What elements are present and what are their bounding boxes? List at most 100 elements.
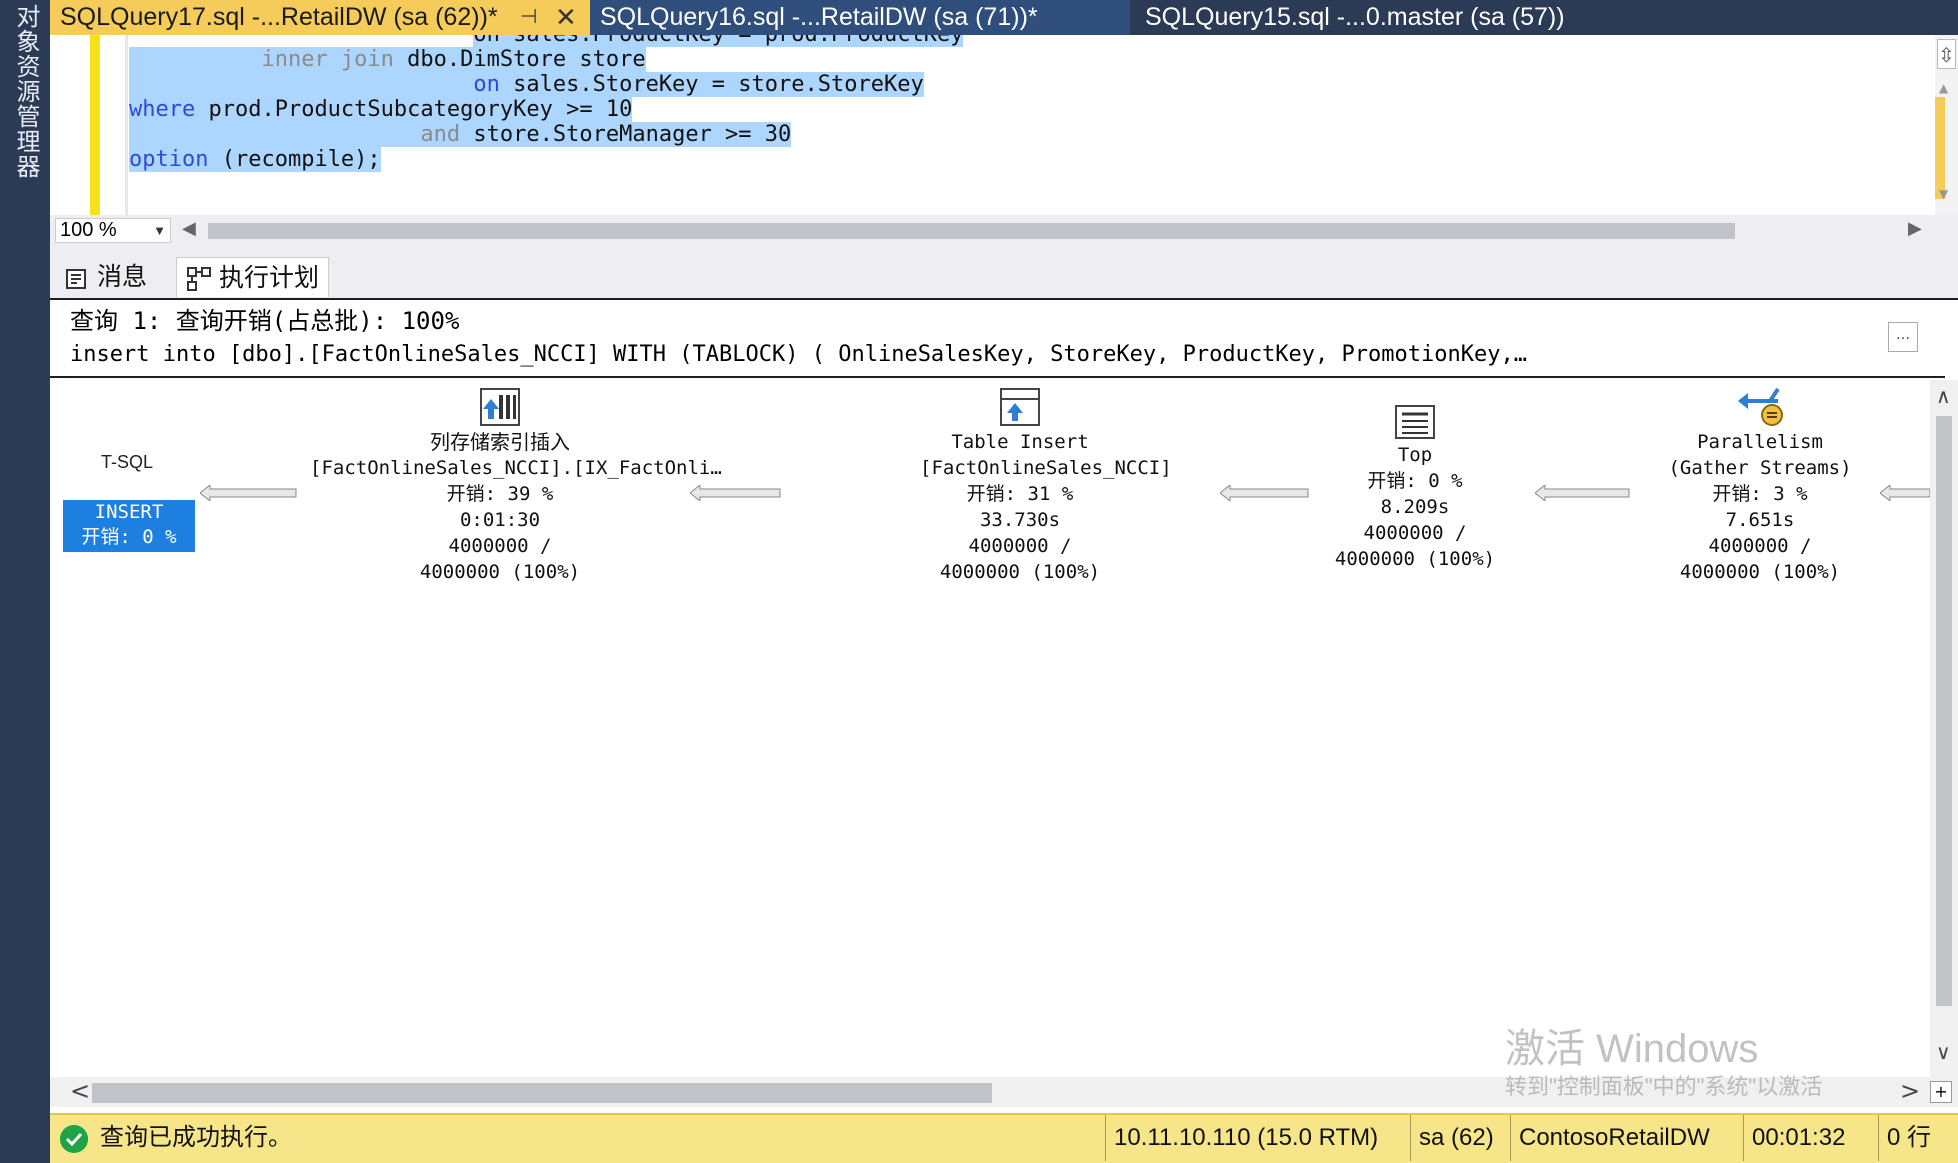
- plan-query-title: 查询 1: 查询开销(占总批): 100%: [70, 307, 460, 335]
- execution-plan-icon: [187, 267, 211, 291]
- data-flow-arrow: [1220, 485, 1309, 501]
- scroll-up-icon[interactable]: ∧: [1936, 384, 1951, 408]
- node-cost: 开销: 0 %: [1367, 470, 1463, 492]
- node-rows-total: 4000000 (100%): [939, 561, 1101, 583]
- scroll-right-icon[interactable]: >: [1900, 1077, 1920, 1105]
- tab-sqlquery17[interactable]: SQLQuery17.sql -...RetailDW (sa (62))* ⊣…: [50, 0, 590, 35]
- keyword: where: [129, 97, 196, 122]
- node-rows-total: 4000000 (100%): [1334, 548, 1496, 570]
- results-tab-strip: 消息 执行计划: [50, 245, 1958, 300]
- keyword: option: [129, 147, 209, 172]
- sql-editor[interactable]: on sales.ProductKey = prod.ProductKey in…: [50, 35, 1945, 215]
- node-name: Table Insert: [951, 431, 1089, 453]
- chevron-down-icon[interactable]: ▼: [153, 219, 166, 242]
- tab-messages[interactable]: 消息: [55, 257, 173, 297]
- keyword: inner join: [261, 47, 394, 72]
- node-rows: 4000000 /: [1708, 535, 1812, 557]
- scroll-down-icon[interactable]: ▼: [1939, 187, 1948, 201]
- plan-node-top[interactable]: Top 开销: 0 % 8.209s 4000000 / 4000000 (10…: [1325, 402, 1505, 572]
- data-flow-arrow: [690, 485, 781, 501]
- table-insert-icon: [1000, 388, 1040, 426]
- plan-vertical-scrollbar[interactable]: ∧ ∨: [1930, 380, 1958, 1077]
- node-name: INSERT: [94, 501, 164, 523]
- node-time: 33.730s: [979, 509, 1061, 531]
- node-object: [FactOnlineSales_NCCI].[IX_FactOnli…: [310, 457, 722, 479]
- tab-label: 消息: [97, 262, 148, 291]
- status-user: sa (62): [1410, 1115, 1494, 1161]
- object-explorer-strip[interactable]: 对象资源管理器: [0, 0, 50, 1163]
- zoom-plus-icon[interactable]: +: [1930, 1081, 1952, 1103]
- node-rows: 4000000 /: [1363, 522, 1467, 544]
- tab-sqlquery16[interactable]: SQLQuery16.sql -...RetailDW (sa (71))*: [590, 0, 1130, 35]
- plan-node-columnstore-insert[interactable]: 列存储索引插入 [FactOnlineSales_NCCI].[IX_FactO…: [310, 385, 722, 585]
- split-icon[interactable]: ⇳: [1937, 39, 1956, 69]
- watermark-subtitle: 转到"控制面板"中的"系统"以激活: [1505, 1074, 1823, 1099]
- node-name: Top: [1397, 444, 1433, 466]
- data-flow-arrow: [1535, 485, 1630, 501]
- parallelism-icon: [1738, 387, 1783, 426]
- editor-gutter-line: [125, 35, 128, 215]
- object-explorer-label[interactable]: 对象资源管理器: [8, 4, 40, 179]
- windows-activation-watermark: 激活 Windows 转到"控制面板"中的"系统"以激活: [1505, 1026, 1822, 1102]
- scroll-left-icon[interactable]: ◀: [182, 218, 196, 239]
- plan-horizontal-scroll-thumb[interactable]: [92, 1083, 992, 1103]
- tab-label: SQLQuery17.sql -...RetailDW (sa (62))*: [60, 3, 498, 31]
- execution-plan-canvas[interactable]: T-SQL INSERT 开销: 0 % 列存储索引插入 [FactOnline…: [50, 380, 1930, 1077]
- scroll-right-icon[interactable]: ▶: [1908, 218, 1922, 239]
- more-button[interactable]: …: [1888, 322, 1918, 352]
- status-message: 查询已成功执行。: [100, 1124, 292, 1151]
- tab-label: SQLQuery16.sql -...RetailDW (sa (71))*: [600, 3, 1038, 31]
- success-check-icon: [60, 1125, 88, 1153]
- keyword: on: [473, 72, 500, 97]
- node-time: 7.651s: [1725, 509, 1795, 531]
- node-rows-total: 4000000 (100%): [419, 561, 581, 583]
- plan-vertical-scroll-thumb[interactable]: [1936, 416, 1952, 1006]
- code-line[interactable]: option (recompile);: [129, 145, 381, 175]
- data-flow-arrow: [200, 485, 297, 501]
- tsql-label: T-SQL: [100, 452, 153, 472]
- tab-label: SQLQuery15.sql -...0.master (sa (57)): [1145, 3, 1565, 31]
- zoom-dropdown[interactable]: 100 % ▼: [55, 218, 171, 243]
- scroll-down-icon[interactable]: ∨: [1936, 1040, 1951, 1064]
- tab-sqlquery15[interactable]: SQLQuery15.sql -...0.master (sa (57)): [1135, 0, 1655, 35]
- change-margin: [90, 35, 100, 215]
- status-server: 10.11.10.110 (15.0 RTM): [1105, 1115, 1378, 1161]
- node-time: 8.209s: [1380, 496, 1450, 518]
- node-object: [FactOnlineSales_NCCI]: [920, 457, 1172, 479]
- status-database: ContosoRetailDW: [1510, 1115, 1710, 1161]
- insert-node[interactable]: INSERT 开销: 0 %: [63, 500, 195, 552]
- status-elapsed: 00:01:32: [1743, 1115, 1845, 1161]
- node-cost: 开销: 39 %: [446, 483, 554, 505]
- node-cost: 开销: 31 %: [966, 483, 1074, 505]
- scroll-position-marker: [1935, 97, 1945, 199]
- node-object: (Gather Streams): [1668, 457, 1852, 479]
- node-rows: 4000000 /: [448, 535, 552, 557]
- scroll-left-icon[interactable]: <: [70, 1077, 90, 1105]
- zoom-value: 100 %: [60, 219, 117, 241]
- close-icon[interactable]: ✕: [555, 0, 577, 35]
- scroll-up-icon[interactable]: ▲: [1939, 81, 1948, 95]
- status-bar: 查询已成功执行。 10.11.10.110 (15.0 RTM) sa (62)…: [50, 1113, 1958, 1163]
- document-tab-strip: SQLQuery17.sql -...RetailDW (sa (62))* ⊣…: [50, 0, 1958, 35]
- node-name: 列存储索引插入: [430, 430, 570, 454]
- tab-execution-plan[interactable]: 执行计划: [176, 257, 329, 297]
- tab-label: 执行计划: [219, 263, 320, 292]
- keyword: and: [420, 122, 461, 147]
- node-time: 0:01:30: [459, 509, 541, 531]
- node-cost: 开销: 0 %: [81, 526, 177, 548]
- status-rows: 0 行: [1878, 1115, 1931, 1161]
- editor-vertical-scrollbar[interactable]: ⇳ ▲ ▼: [1935, 35, 1958, 215]
- plan-node-table-insert[interactable]: Table Insert [FactOnlineSales_NCCI] 开销: …: [920, 385, 1172, 585]
- pin-icon[interactable]: ⊣: [520, 0, 537, 35]
- node-rows: 4000000 /: [968, 535, 1072, 557]
- top-icon: [1395, 405, 1435, 439]
- node-name: Parallelism: [1697, 431, 1823, 453]
- node-cost: 开销: 3 %: [1712, 483, 1808, 505]
- columnstore-insert-icon: [480, 388, 520, 426]
- watermark-title: 激活 Windows: [1505, 1027, 1759, 1071]
- editor-zoom-bar: 100 % ▼ ◀ ▶: [50, 215, 1958, 245]
- plan-query-text[interactable]: insert into [dbo].[FactOnlineSales_NCCI]…: [70, 338, 1930, 372]
- plan-node-parallelism[interactable]: Parallelism (Gather Streams) 开销: 3 % 7.6…: [1650, 385, 1870, 585]
- node-rows-total: 4000000 (100%): [1679, 561, 1841, 583]
- editor-horizontal-scroll-thumb[interactable]: [208, 223, 1735, 239]
